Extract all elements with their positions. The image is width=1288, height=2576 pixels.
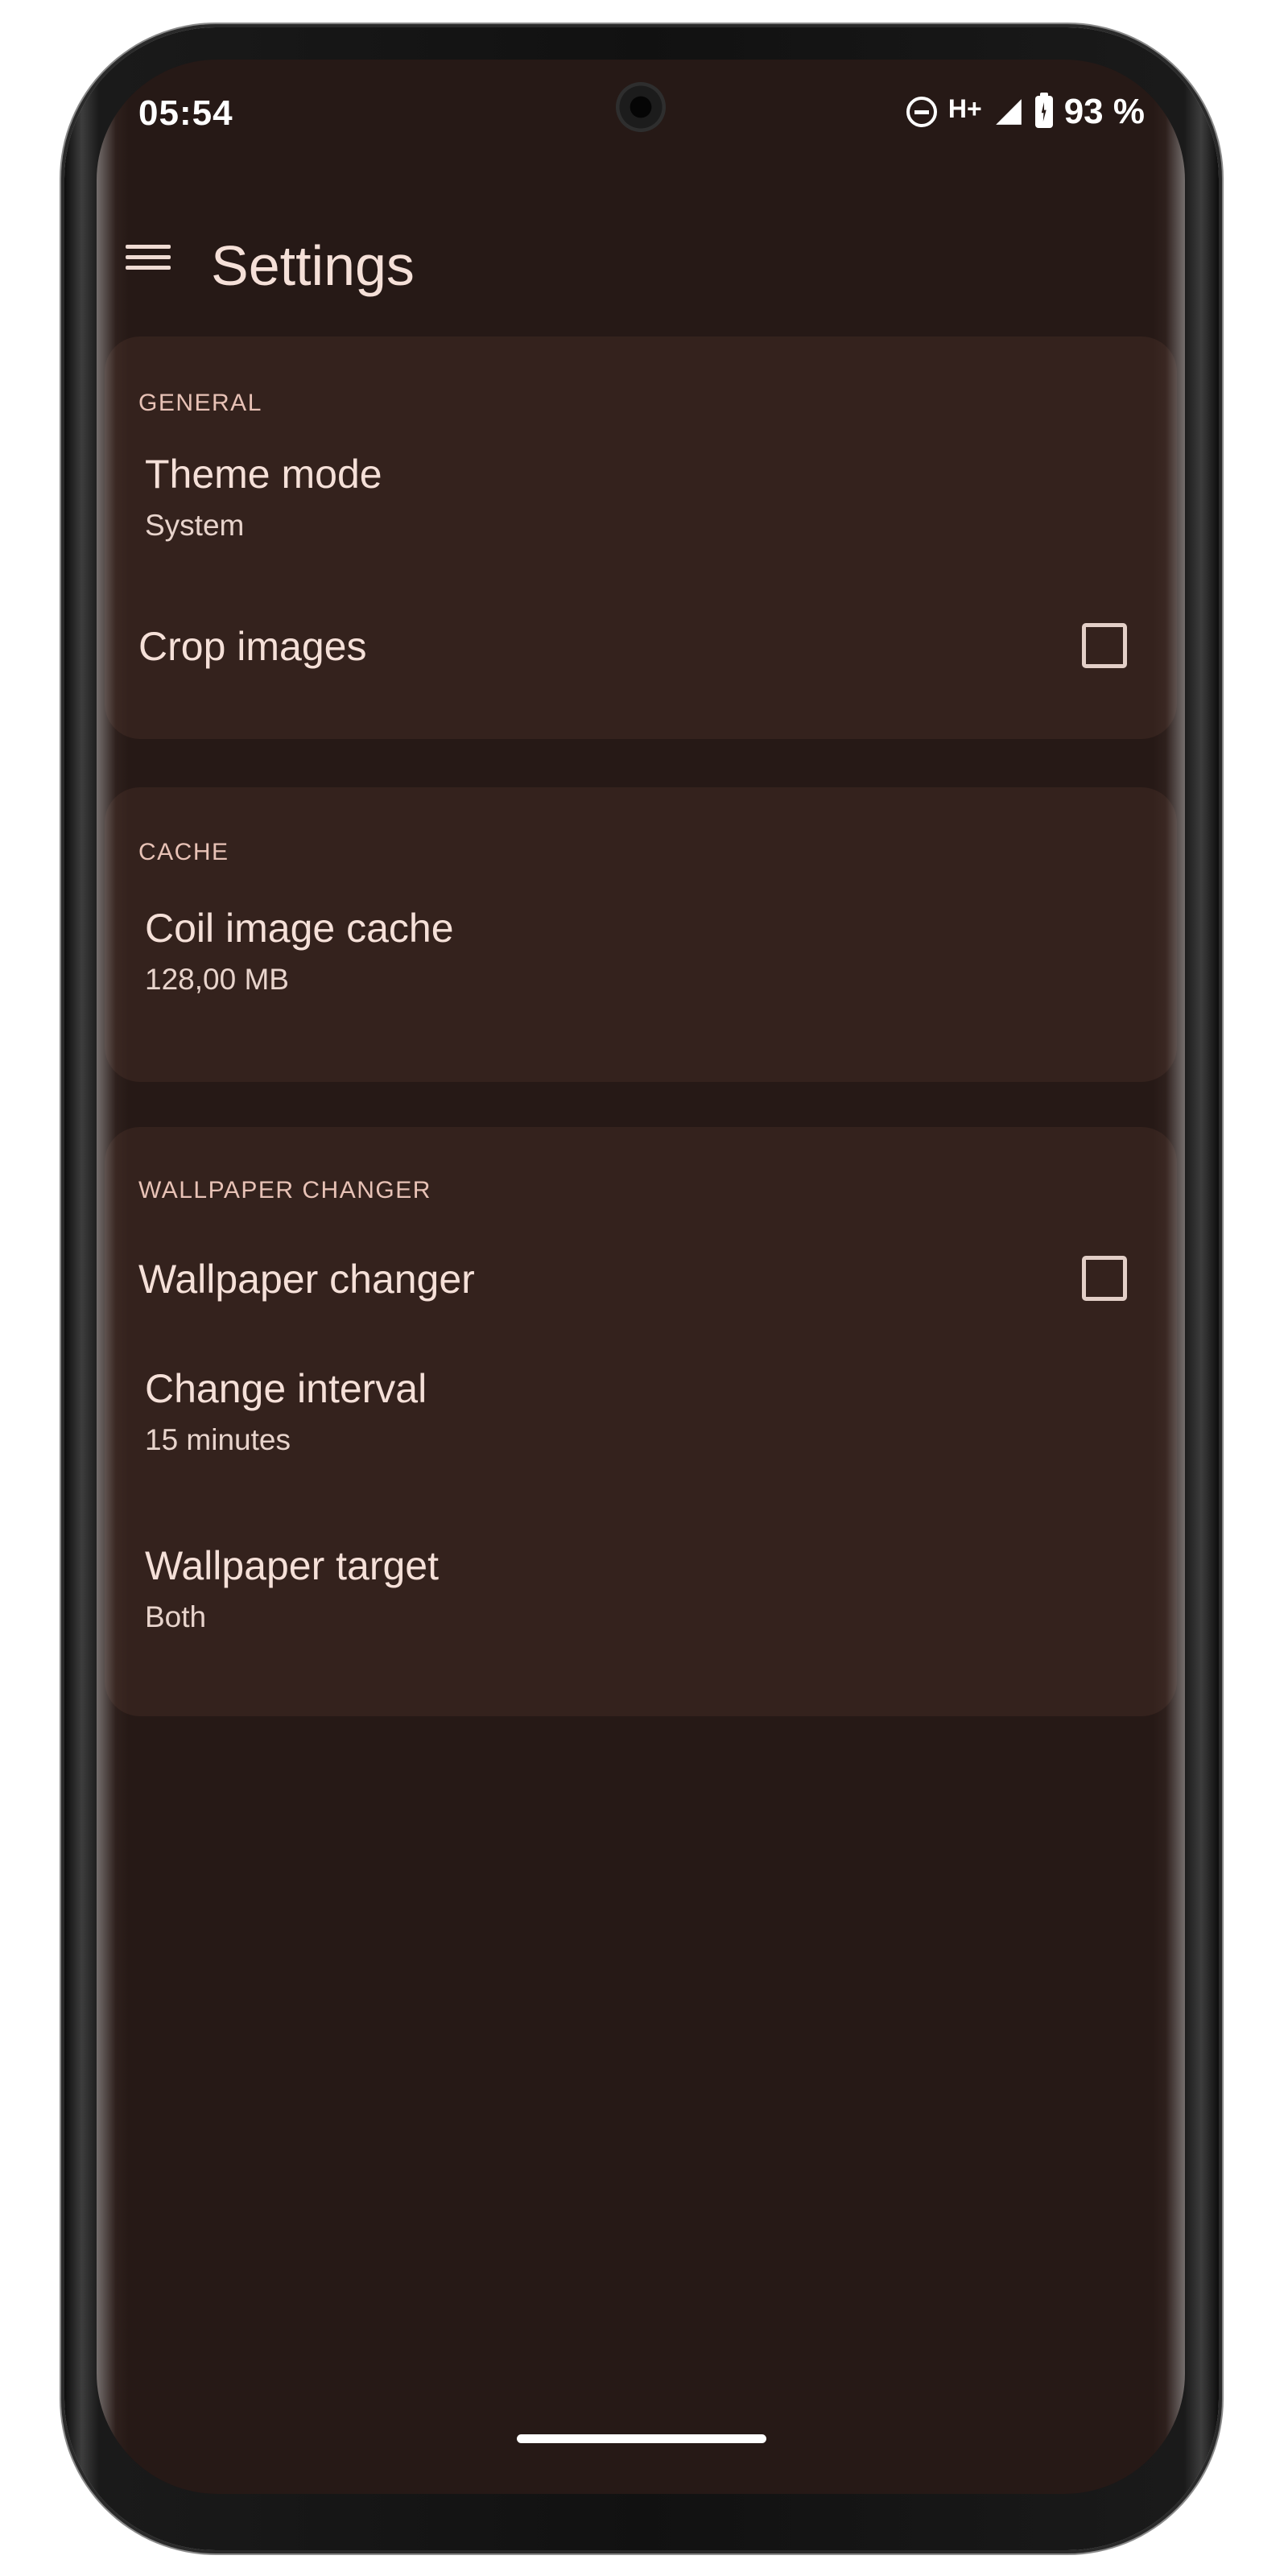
do-not-disturb-icon <box>906 97 937 127</box>
theme-mode-title: Theme mode <box>145 452 382 497</box>
signal-icon <box>995 99 1022 125</box>
section-header-wallpaper-changer: WALLPAPER CHANGER <box>138 1177 431 1203</box>
wallpaper-target-summary: Both <box>145 1600 207 1633</box>
status-time: 05:54 <box>138 93 233 133</box>
network-type: H+ <box>947 93 982 123</box>
change-interval-summary: 15 minutes <box>145 1423 291 1456</box>
coil-image-cache-title: Coil image cache <box>145 906 454 951</box>
change-interval-title: Change interval <box>145 1366 427 1411</box>
page-title: Settings <box>211 234 415 297</box>
coil-image-cache-summary: 128,00 MB <box>145 963 289 996</box>
status-bar: 05:54 H+ 93 % <box>97 60 1185 172</box>
section-header-cache: CACHE <box>138 839 229 865</box>
wallpaper-target-preference[interactable]: Wallpaper target Both <box>105 1515 1177 1668</box>
gesture-navigation-bar[interactable] <box>517 2434 766 2443</box>
cache-section-card: CACHE Coil image cache 128,00 MB <box>105 787 1177 1082</box>
wallpaper-changer-preference[interactable]: Wallpaper changer <box>105 1224 1177 1336</box>
section-header-general: GENERAL <box>138 390 262 416</box>
menu-icon[interactable] <box>126 240 171 275</box>
wallpaper-changer-checkbox[interactable] <box>1082 1256 1127 1301</box>
wallpaper-section-card: WALLPAPER CHANGER Wallpaper changer Chan… <box>105 1127 1177 1716</box>
wallpaper-target-title: Wallpaper target <box>145 1543 439 1588</box>
coil-image-cache-preference[interactable]: Coil image cache 128,00 MB <box>105 884 1177 1021</box>
theme-mode-preference[interactable]: Theme mode System <box>105 433 1177 562</box>
crop-images-title: Crop images <box>138 624 367 669</box>
front-camera <box>616 82 666 132</box>
status-icons: H+ 93 % <box>906 92 1145 132</box>
crop-images-preference[interactable]: Crop images <box>105 594 1177 707</box>
wallpaper-changer-title: Wallpaper changer <box>138 1257 475 1302</box>
top-app-bar: Settings <box>97 198 1185 327</box>
battery-level: 93 % <box>1063 92 1145 131</box>
screen: 05:54 H+ 93 % Settings GENERAL Theme mod… <box>97 60 1185 2494</box>
theme-mode-summary: System <box>145 509 245 542</box>
crop-images-checkbox[interactable] <box>1082 623 1127 668</box>
change-interval-preference[interactable]: Change interval 15 minutes <box>105 1338 1177 1491</box>
battery-charging-icon <box>1034 93 1053 128</box>
general-section-card: GENERAL Theme mode System Crop images <box>105 336 1177 739</box>
